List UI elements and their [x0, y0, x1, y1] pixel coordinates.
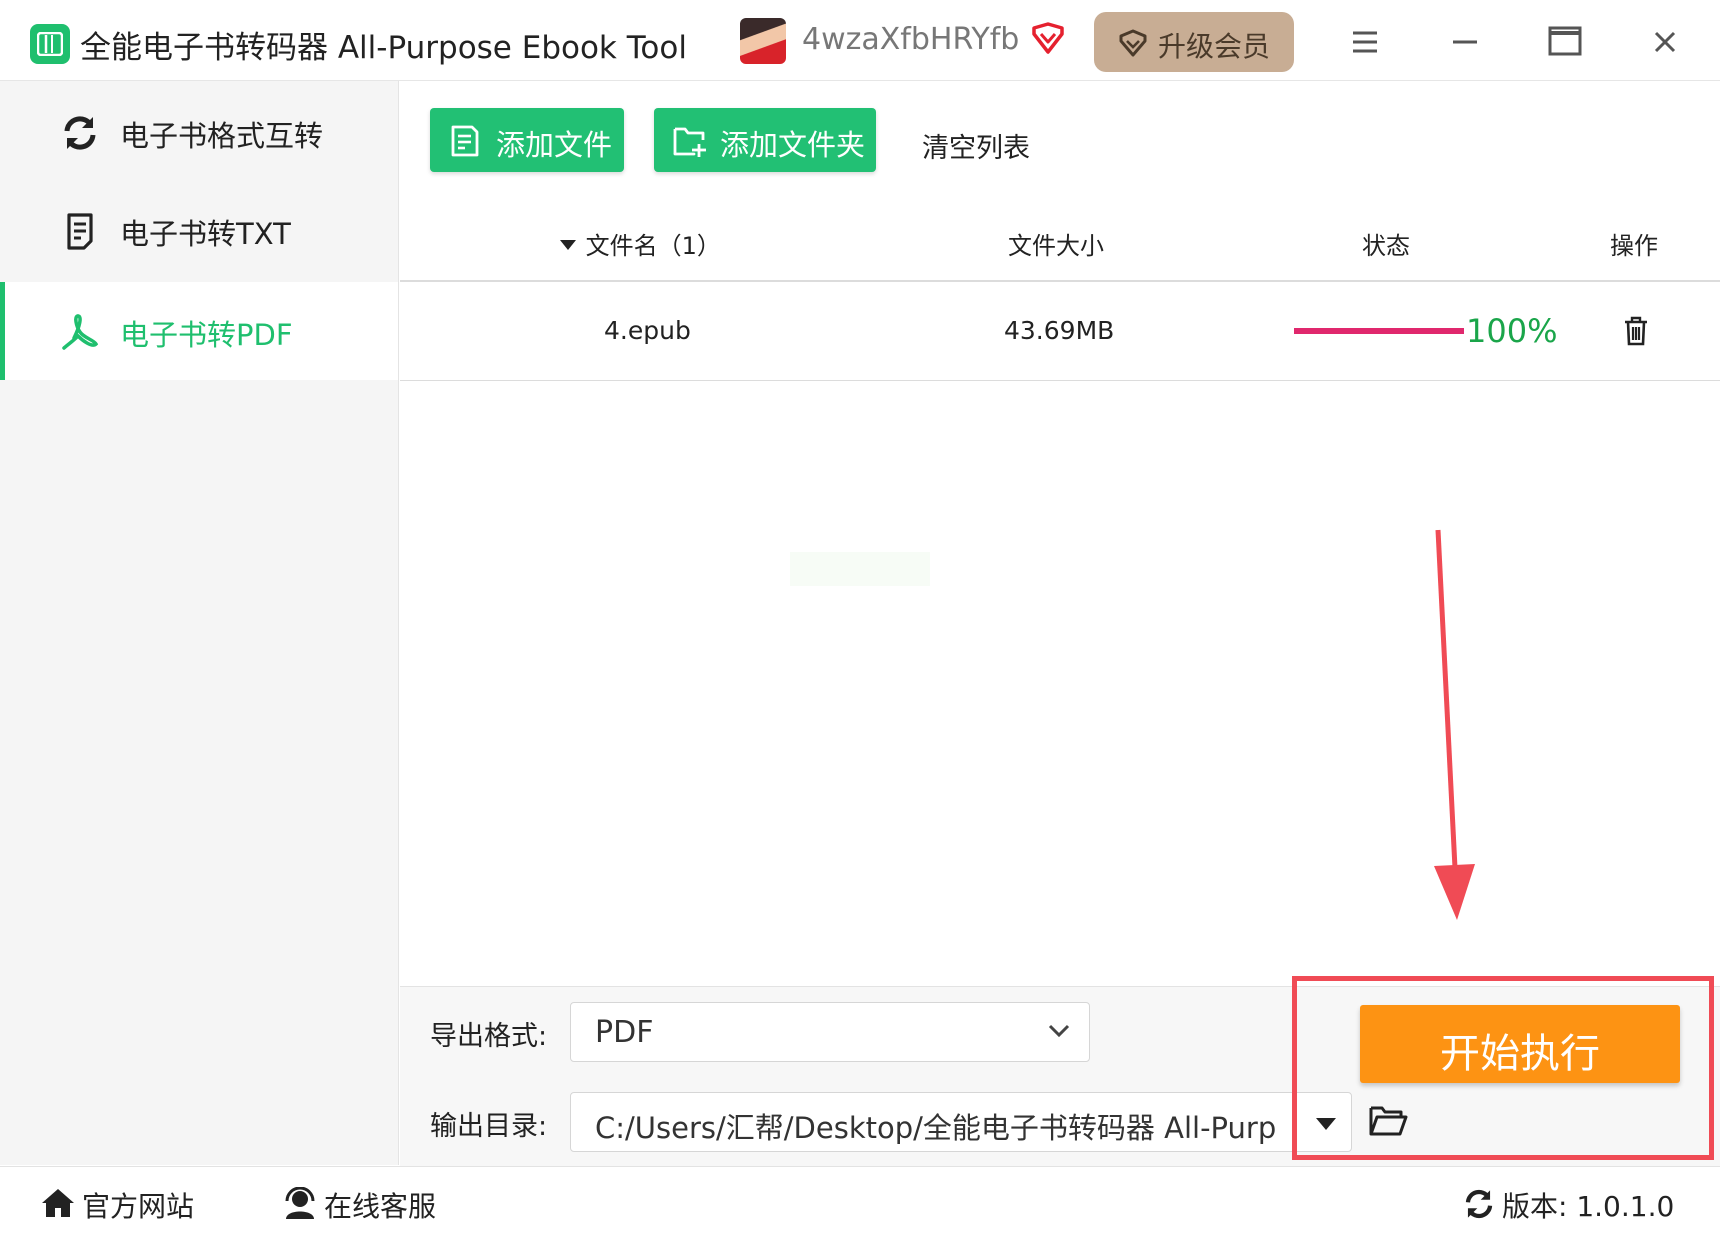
hamburger-menu-icon [1353, 31, 1377, 53]
output-dir-value: C:/Users/汇帮/Desktop/全能电子书转码器 All-Purpose… [595, 1111, 1275, 1145]
column-header-action: 操作 [1610, 232, 1658, 260]
add-folder-label: 添加文件夹 [720, 128, 866, 162]
sidebar-item-label: 电子书转TXT [120, 217, 291, 251]
maximize-button[interactable] [1540, 20, 1590, 64]
output-dir-field[interactable]: C:/Users/汇帮/Desktop/全能电子书转码器 All-Purpose… [570, 1092, 1352, 1152]
footer: 官方网站 在线客服 版本: 1.0.1.0 [0, 1166, 1720, 1235]
column-header-size: 文件大小 [1008, 232, 1104, 260]
chevron-down-icon [1048, 1024, 1070, 1038]
sidebar-item-to-txt[interactable]: 电子书转TXT [0, 181, 398, 279]
document-icon [67, 213, 93, 250]
clear-list-button[interactable]: 清空列表 [922, 126, 1030, 165]
version-label: 版本: 1.0.1.0 [1502, 1190, 1675, 1223]
close-button[interactable] [1640, 20, 1690, 64]
export-format-select[interactable]: PDF [570, 1002, 1090, 1062]
home-icon [42, 1189, 74, 1217]
sidebar-item-label: 电子书格式互转 [120, 119, 324, 153]
vip-diamond-icon [1030, 20, 1066, 60]
add-folder-button[interactable]: 添加文件夹 [654, 108, 876, 172]
delete-row-button[interactable] [1622, 316, 1650, 350]
sidebar-item-format-convert[interactable]: 电子书格式互转 [0, 83, 398, 181]
sidebar-item-to-pdf[interactable]: 电子书转PDF [0, 282, 398, 380]
row-progress-bar [1294, 328, 1464, 334]
upgrade-member-button[interactable]: 升级会员 [1094, 12, 1294, 72]
refresh-icon [1465, 1189, 1493, 1219]
export-format-label: 导出格式: [430, 1021, 548, 1052]
sidebar: 电子书格式互转 电子书转TXT 电子书转PDF [0, 81, 399, 1165]
minimize-button[interactable] [1440, 20, 1490, 64]
table-header-divider [400, 280, 1720, 282]
sort-down-icon [560, 240, 576, 250]
add-file-button[interactable]: 添加文件 [430, 108, 624, 172]
title-bar: 全能电子书转码器 All-Purpose Ebook Tool 4wzaXfbH… [0, 0, 1720, 81]
row-progress-fill [1294, 328, 1464, 334]
row-file-size: 43.69MB [1004, 316, 1115, 345]
add-file-label: 添加文件 [496, 128, 613, 162]
row-progress-text: 100% [1466, 312, 1558, 350]
app-logo-icon [30, 24, 70, 64]
maximize-icon [1548, 26, 1582, 56]
annotation-arrow-icon [1434, 529, 1475, 920]
faint-watermark [790, 552, 930, 586]
refresh-icon [64, 116, 96, 150]
export-format-value: PDF [595, 1015, 654, 1050]
table-row-divider [400, 380, 1720, 381]
close-icon [1654, 31, 1676, 53]
add-file-icon [451, 125, 479, 157]
sidebar-item-label: 电子书转PDF [120, 318, 293, 352]
username[interactable]: 4wzaXfbHRYfb [802, 22, 1019, 57]
row-filename: 4.epub [604, 316, 691, 345]
column-header-filename[interactable]: 文件名（1） [558, 226, 721, 261]
menu-button[interactable] [1340, 20, 1390, 64]
customer-service-icon [285, 1187, 315, 1219]
minimize-icon [1453, 40, 1477, 44]
add-folder-icon [673, 127, 706, 157]
official-website-label: 官方网站 [82, 1190, 195, 1223]
diamond-icon [1119, 29, 1147, 57]
pdf-icon [62, 314, 99, 350]
trash-icon [1625, 316, 1647, 346]
column-header-status: 状态 [1362, 232, 1410, 260]
app-title: 全能电子书转码器 All-Purpose Ebook Tool [80, 30, 687, 66]
output-dir-label: 输出目录: [430, 1111, 548, 1142]
upgrade-member-label: 升级会员 [1158, 30, 1271, 63]
avatar[interactable] [740, 18, 786, 64]
online-support-label: 在线客服 [324, 1190, 437, 1223]
annotation-highlight-box [1292, 976, 1714, 1160]
column-header-filename-label: 文件名（1） [585, 232, 721, 260]
